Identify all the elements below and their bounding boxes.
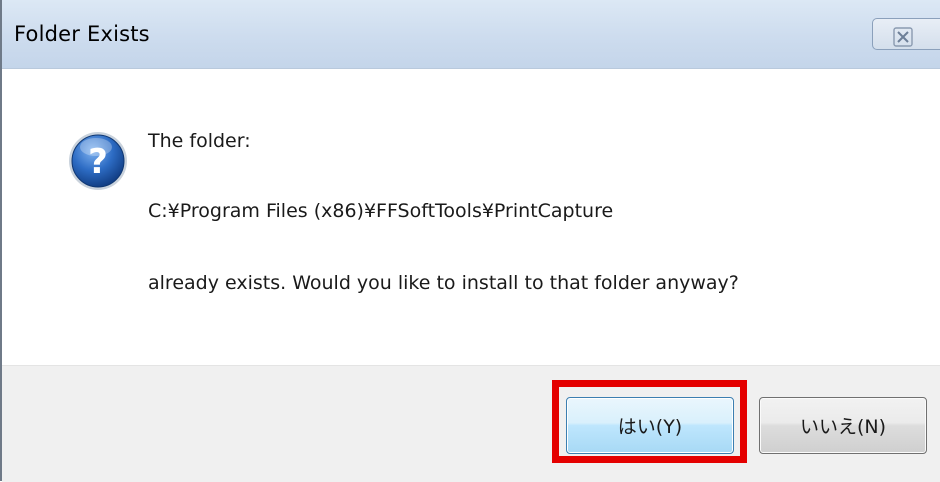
yes-button[interactable]: はい(Y) <box>566 397 734 454</box>
message-line-3: already exists. Would you like to instal… <box>148 272 739 294</box>
window-title: Folder Exists <box>14 22 150 46</box>
message-area: ? The folder: C:¥Program Files (x86)¥FFS… <box>2 69 940 365</box>
svg-text:?: ? <box>88 142 108 182</box>
question-icon: ? <box>66 129 130 193</box>
yes-button-label: はい(Y) <box>617 416 683 438</box>
folder-exists-dialog: Folder Exists ? The folder: C:¥Program F… <box>0 0 940 482</box>
no-button[interactable]: いいえ(N) <box>759 397 927 454</box>
message-line-1: The folder: <box>148 130 251 152</box>
button-bar: はい(Y) いいえ(N) <box>2 365 940 482</box>
close-button[interactable] <box>872 18 940 50</box>
folder-path: C:¥Program Files (x86)¥FFSoftTools¥Print… <box>148 200 614 222</box>
title-bar[interactable]: Folder Exists <box>2 0 940 69</box>
no-button-label: いいえ(N) <box>799 416 887 438</box>
